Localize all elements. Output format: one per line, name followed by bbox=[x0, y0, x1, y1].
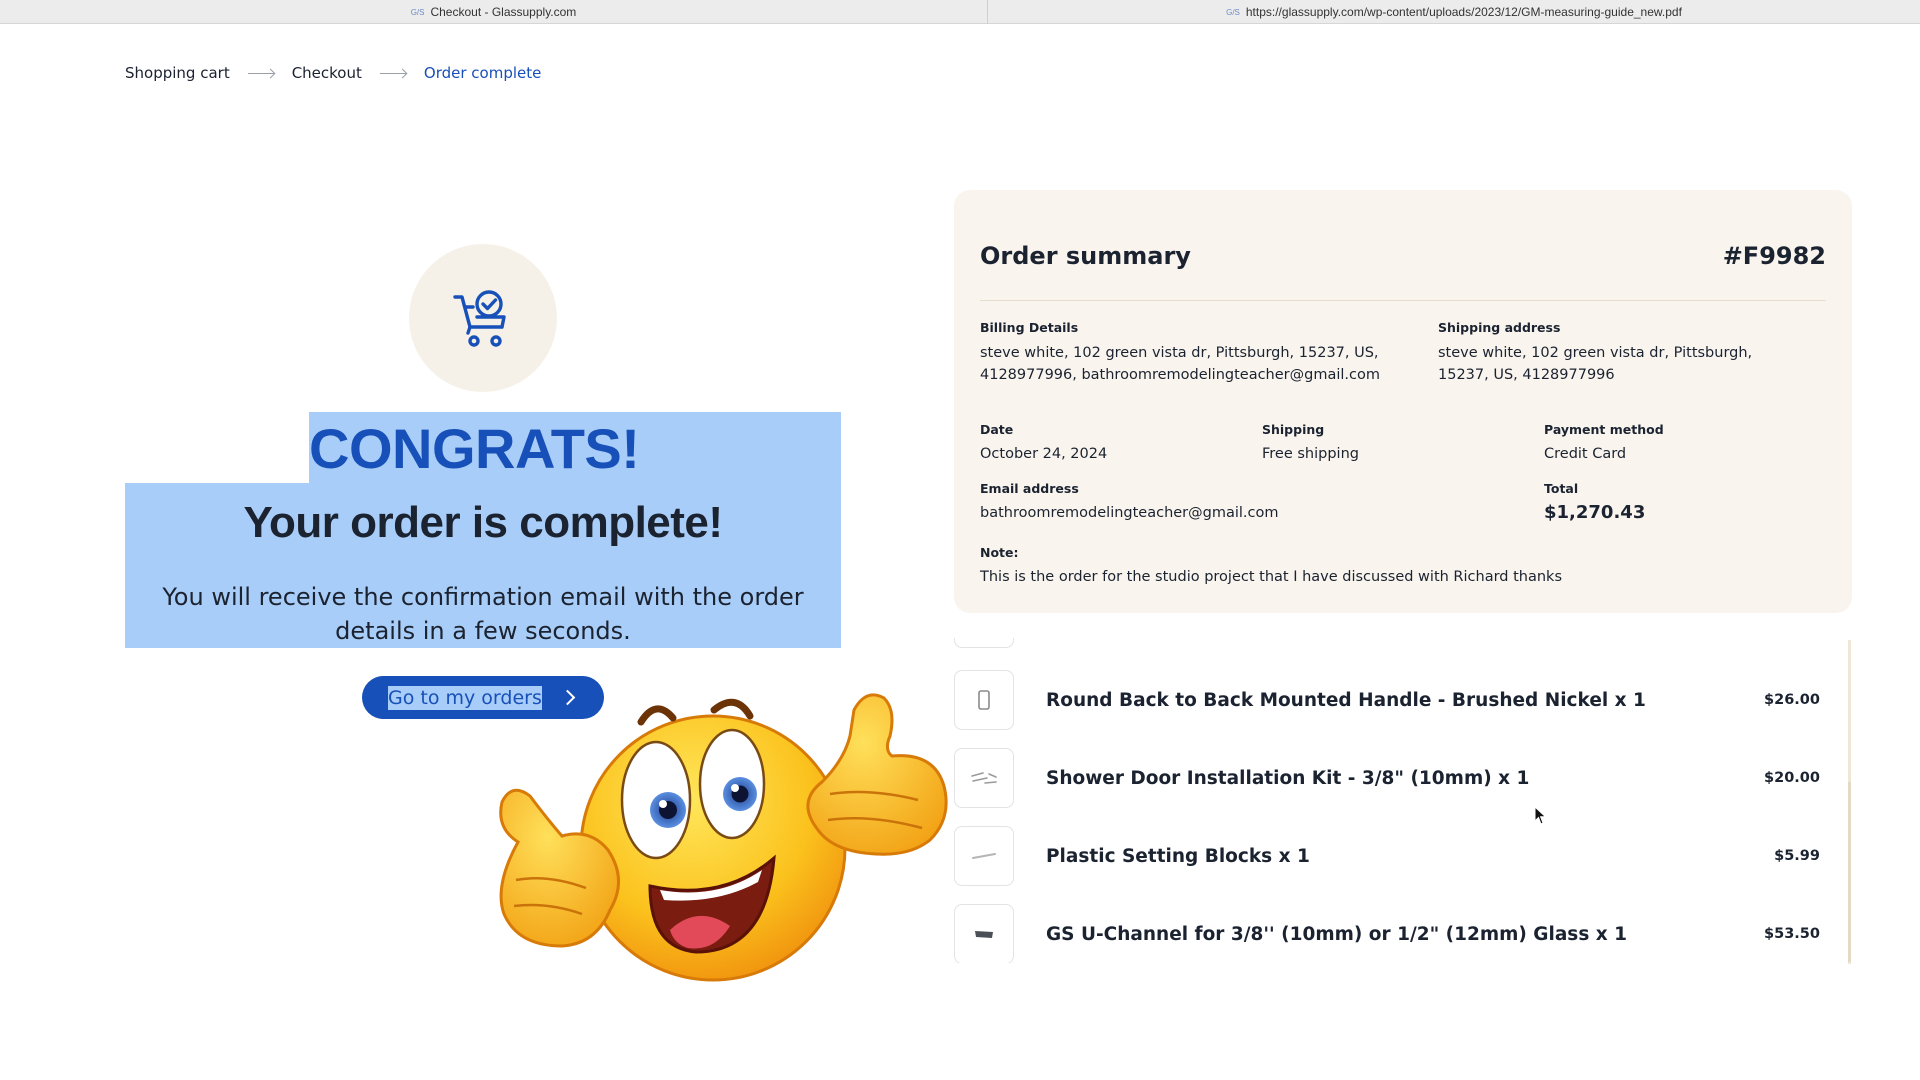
total-label: Total bbox=[1544, 481, 1579, 496]
breadcrumb-checkout[interactable]: Checkout bbox=[292, 64, 362, 82]
product-thumbnail bbox=[954, 748, 1014, 808]
order-summary-title: Order summary bbox=[980, 242, 1191, 270]
items-scrollbar-thumb[interactable] bbox=[1848, 782, 1851, 962]
item-price: $53.50 bbox=[1764, 926, 1820, 942]
list-item: Plastic Setting Blocks x 1 $5.99 bbox=[954, 826, 1852, 886]
browser-tab-pdf[interactable]: G/S https://glassupply.com/wp-content/up… bbox=[988, 0, 1920, 24]
product-thumbnail bbox=[954, 670, 1014, 730]
arrow-right-icon bbox=[379, 72, 406, 74]
item-price: $26.00 bbox=[1764, 692, 1820, 708]
billing-details-value: steve white, 102 green vista dr, Pittsbu… bbox=[980, 345, 1380, 383]
payment-method-label: Payment method bbox=[1544, 422, 1664, 437]
order-complete-heading: Your order is complete! bbox=[243, 498, 723, 547]
shipping-value: Free shipping bbox=[1262, 446, 1359, 462]
product-thumbnail bbox=[954, 904, 1014, 963]
email-label: Email address bbox=[980, 481, 1079, 496]
list-item: Round Back to Back Mounted Handle - Brus… bbox=[954, 670, 1852, 730]
item-name: Round Back to Back Mounted Handle - Brus… bbox=[1046, 689, 1646, 711]
browser-tab-checkout[interactable]: G/S Checkout - Glassupply.com bbox=[0, 0, 988, 24]
email-value: bathroomremodelingteacher@gmail.com bbox=[980, 505, 1279, 521]
confirmation-message: You will receive the confirmation email … bbox=[162, 583, 804, 645]
favicon-icon: G/S bbox=[1226, 7, 1240, 17]
thumbs-up-emoji bbox=[499, 693, 948, 982]
item-name: Shower Door Installation Kit - 3/8" (10m… bbox=[1046, 767, 1530, 789]
breadcrumb: Shopping cart Checkout Order complete bbox=[125, 64, 541, 82]
order-number: #F9982 bbox=[1722, 242, 1826, 270]
cart-badge bbox=[409, 244, 557, 392]
item-name: Plastic Setting Blocks x 1 bbox=[1046, 845, 1310, 867]
total-value: $1,270.43 bbox=[1544, 502, 1646, 523]
u-channel-icon bbox=[975, 931, 993, 938]
cart-check-icon bbox=[453, 290, 506, 347]
order-items-list[interactable]: Round Back to Back Mounted Handle - Brus… bbox=[954, 638, 1852, 963]
divider bbox=[980, 300, 1826, 301]
congrats-heading: CONGRATS! bbox=[309, 417, 640, 480]
product-thumbnail bbox=[954, 826, 1014, 886]
date-label: Date bbox=[980, 422, 1014, 437]
date-value: October 24, 2024 bbox=[980, 446, 1108, 462]
mouse-cursor-icon bbox=[1534, 806, 1547, 825]
list-item: GS U-Channel for 3/8'' (10mm) or 1/2" (1… bbox=[954, 904, 1852, 963]
shipping-label: Shipping bbox=[1262, 422, 1325, 437]
tab-title: Checkout - Glassupply.com bbox=[430, 5, 577, 19]
payment-method-value: Credit Card bbox=[1544, 446, 1627, 462]
handle-icon bbox=[978, 690, 990, 710]
list-item: Shower Door Installation Kit - 3/8" (10m… bbox=[954, 748, 1852, 808]
order-summary-card: Order summary #F9982 Billing Details ste… bbox=[954, 190, 1852, 613]
item-name: GS U-Channel for 3/8'' (10mm) or 1/2" (1… bbox=[1046, 923, 1628, 945]
note-label: Note: bbox=[980, 545, 1019, 560]
product-thumbnail bbox=[954, 638, 1014, 648]
setting-block-icon bbox=[972, 853, 996, 859]
browser-tab-bar: G/S Checkout - Glassupply.com G/S https:… bbox=[0, 0, 1920, 24]
favicon-icon: G/S bbox=[410, 7, 425, 17]
item-price: $5.99 bbox=[1774, 848, 1820, 864]
breadcrumb-order-complete: Order complete bbox=[423, 64, 542, 82]
arrow-right-icon bbox=[247, 72, 274, 74]
note-value: This is the order for the studio project… bbox=[980, 569, 1563, 585]
breadcrumb-shopping-cart[interactable]: Shopping cart bbox=[125, 64, 230, 82]
item-price: $20.00 bbox=[1764, 770, 1820, 786]
tab-title: https://glassupply.com/wp-content/upload… bbox=[1245, 5, 1682, 19]
installation-kit-icon bbox=[971, 772, 997, 784]
shipping-address-value: steve white, 102 green vista dr, Pittsbu… bbox=[1438, 345, 1753, 383]
billing-details-label: Billing Details bbox=[980, 320, 1079, 335]
shipping-address-label: Shipping address bbox=[1438, 320, 1561, 335]
